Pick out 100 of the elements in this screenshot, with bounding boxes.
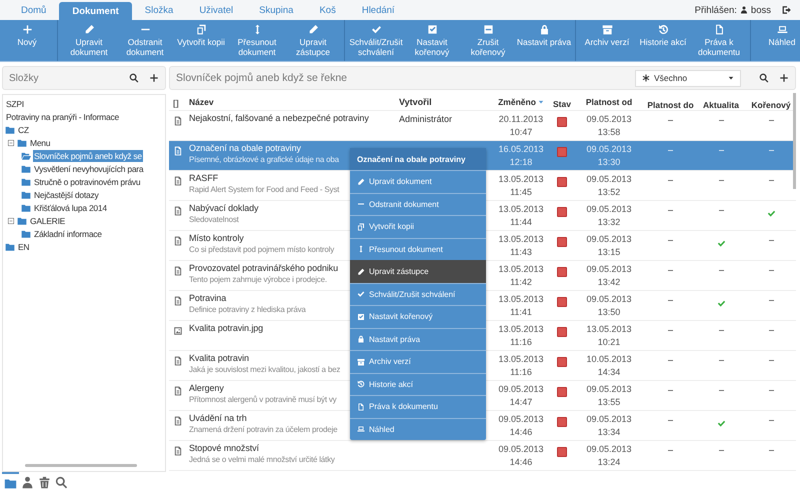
archive-box-icon [602,24,612,35]
plus-icon[interactable] [779,73,789,83]
action-entry[interactable]: Archiv verzí [350,350,486,372]
plus-icon[interactable] [149,73,159,83]
tree-item[interactable]: Menu [29,136,52,148]
tree-item[interactable]: EN [17,240,30,252]
toolbar-button[interactable]: Historie akcí [635,20,691,61]
dash-mark [668,330,673,331]
archive-box-icon [357,358,365,366]
date-cell: 20.11.2013 10:47 [498,114,544,137]
tree-item[interactable]: Základní informace [33,228,103,240]
laptop-icon [357,425,365,434]
date-cell: 13.05.2013 11:16 [498,324,544,347]
date-cell: 09.05.2013 14:47 [498,384,544,407]
action-entry[interactable]: Náhled [350,418,486,440]
date-cell: 09.05.2013 14:46 [498,444,544,467]
toolbar-button[interactable]: Odstranit dokument [117,20,173,61]
action-entry[interactable]: Historie akcí [350,372,486,395]
tree-item[interactable]: GALERIE [29,214,66,226]
toolbar-button[interactable]: Práva k dokumentu [691,20,747,61]
plus-icon [22,24,32,35]
sort-icon [538,98,544,104]
logout-icon[interactable] [782,5,792,15]
date-cell: 09.05.2013 13:50 [586,294,632,317]
menu-title: Označení na obale potraviny [350,148,486,170]
action-entry[interactable]: Upravit zástupce [350,260,486,282]
date-cell: 13.05.2013 11:42 [498,264,544,287]
checked-box-icon [426,24,438,35]
tree-item[interactable]: Křišťálová lupa 2014 [33,202,108,214]
table-row[interactable]: Stopové množství Jedná se o velmi malé množství určité látky 09.05.2013 14:46 09.05.2013 13:24 [169,441,796,471]
tree-item[interactable]: SZPI [5,98,25,110]
login-label: Přihlášen: [694,4,737,16]
pencil-icon [357,178,365,186]
document-description: Co si představit pod pojmem místo kontroly [189,245,334,254]
dash-mark [668,180,673,181]
toolbar-button[interactable]: Upravit dokument [61,20,117,61]
ribbon-tab[interactable]: Uživatel [186,0,246,20]
toolbar-button[interactable]: Archiv verzí [579,20,635,61]
folder-title: Slovníček pojmů aneb když se řekne [176,72,348,84]
document-name: Provozovatel potravinářského podniku [189,263,338,273]
toolbar-button[interactable]: Náhled [754,20,800,61]
action-entry[interactable]: Upravit dokument [350,170,486,192]
column-header[interactable]: Změněno [491,96,551,106]
toolbar-button[interactable]: Nový [0,20,54,61]
document-description: Tento pojem zahrnuje výrobce i prodejce. [189,275,327,284]
tree-item[interactable]: Nejčastější dotazy [33,188,100,200]
ribbon-tab[interactable]: Domů [8,0,60,20]
toolbar-button[interactable]: Přesunout dokument [229,20,285,61]
ribbon-tab[interactable]: Koš [306,0,349,20]
toolbar-button[interactable]: Vytvořit kopii [173,20,229,61]
dash-mark [668,300,673,301]
toolbar-button[interactable]: Schválit/Zrušit schválení [348,20,404,61]
dash-mark [668,360,673,361]
document-name: Nabývací doklady [189,203,258,213]
action-entry[interactable]: Odstranit dokument [350,192,486,215]
document-name: Uvádění na trh [189,413,247,423]
toolbar-button[interactable]: Nastavit kořenový [404,20,460,61]
dash-mark [668,120,673,121]
document-icon [357,402,365,411]
date-cell: 13.05.2013 11:41 [498,294,544,317]
ribbon-tab[interactable]: Složka [132,0,186,20]
ribbon-tab[interactable]: Hledání [348,0,408,20]
ribbon-tab[interactable]: Dokument [59,2,132,20]
user-icon [21,476,34,488]
search-icon [55,476,68,488]
document-name: Označení na obale potraviny [189,143,301,153]
lock-icon [357,335,365,344]
filter-dropdown[interactable]: Všechno [635,70,741,86]
scrollbar[interactable] [793,93,796,189]
tree-item[interactable]: CZ [17,124,30,136]
action-entry[interactable]: Schválit/Zrušit schválení [350,282,486,305]
document-name: Místo kontroly [189,233,244,243]
search-icon[interactable] [759,73,769,83]
action-entry[interactable]: Nastavit kořenový [350,305,486,328]
collapse-icon[interactable] [7,216,15,224]
history-icon [658,24,668,35]
tree-item[interactable]: Vysvětlení nevyhovujících para [33,162,144,174]
document-name: Kvalita potravin.jpg [189,323,264,333]
toolbar-button[interactable]: Nastavit práva [516,20,572,61]
action-entry[interactable]: Nastavit práva [350,328,486,350]
date-cell: 13.05.2013 10:21 [586,324,632,347]
tree-item[interactable]: Stručně o potravinovém právu [33,176,142,188]
scrollbar[interactable] [25,464,137,467]
dash-mark [668,450,673,451]
action-entry[interactable]: Vytvořit kopii [350,215,486,238]
ribbon-tab[interactable]: Skupina [246,0,306,20]
toolbar-button[interactable]: Zrušit kořenový [460,20,516,61]
action-entry[interactable]: Práva k dokumentu [350,395,486,418]
document-description: Rapid Alert System for Food and Feed - Syst [189,185,340,194]
tree-item[interactable]: Potraviny na pranýři - Informace [5,110,120,122]
tree-item[interactable]: Slovníček pojmů aneb když se [33,150,143,162]
collapse-icon[interactable] [7,138,15,146]
history-icon [357,380,365,388]
user-name: boss [750,4,771,16]
pencil-icon [357,268,365,276]
toolbar-button[interactable]: Upravit zástupce [285,20,341,61]
dash-mark [668,150,673,151]
document-name: RASFF [189,173,218,183]
search-icon[interactable] [129,73,139,83]
date-cell: 09.05.2013 13:34 [586,414,632,437]
